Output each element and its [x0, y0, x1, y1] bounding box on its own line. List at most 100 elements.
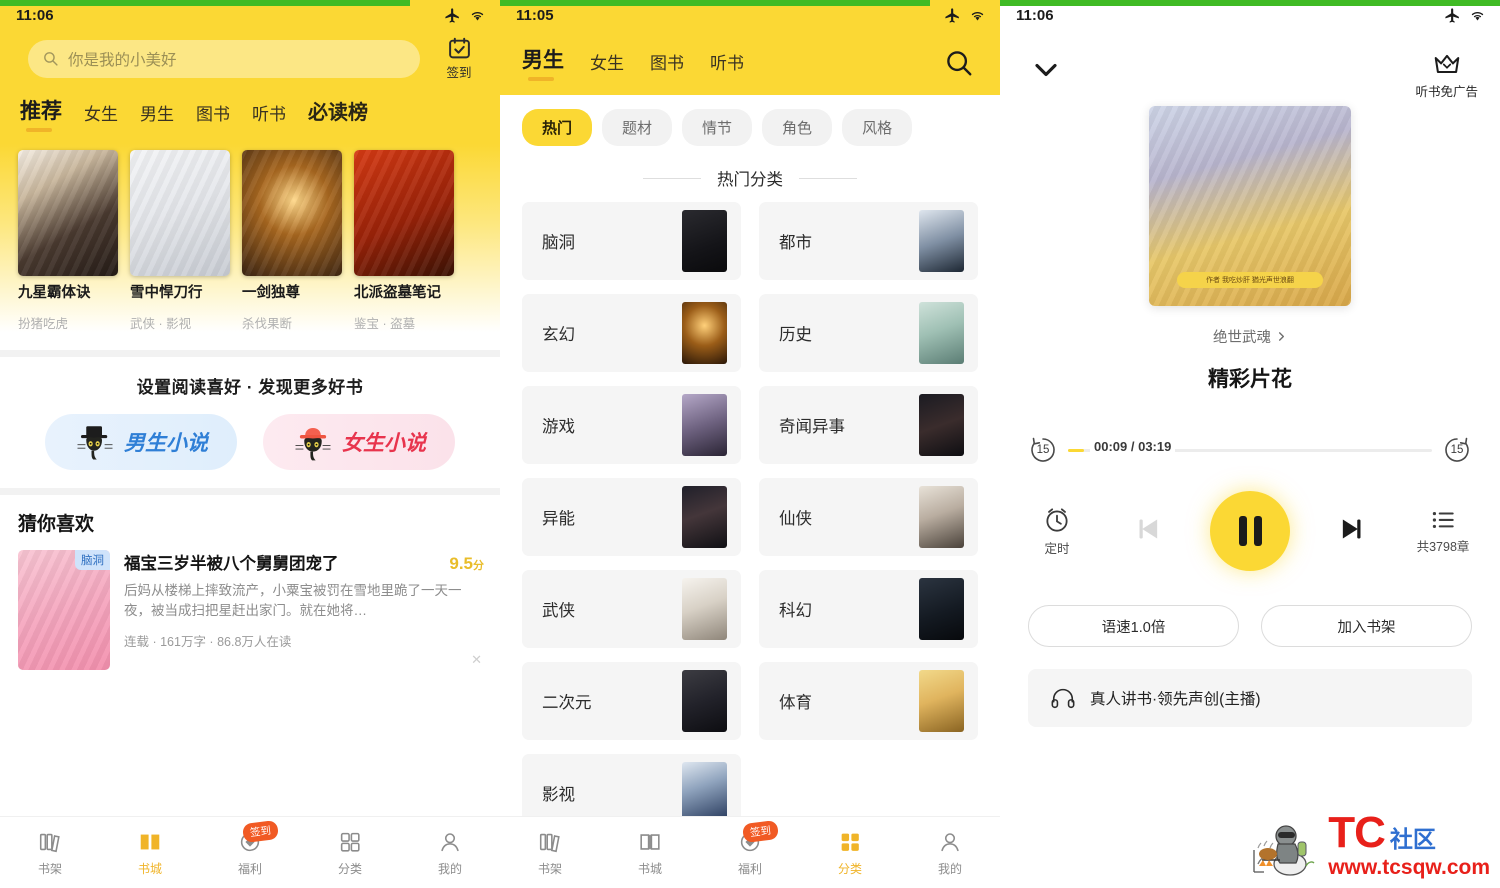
watermark-text: TC 社区 www.tcsqw.com: [1328, 808, 1490, 880]
book-card[interactable]: 北派盗墓笔记 鉴宝 · 盗墓: [354, 150, 454, 332]
gender-tabs: 男生 女生 图书 听书: [500, 30, 1000, 95]
next-track-button[interactable]: [1332, 510, 1370, 553]
tab-recommend[interactable]: 推荐: [20, 95, 62, 132]
book-open-icon: [640, 833, 660, 850]
tabbar-item-bookshelf[interactable]: 书架: [513, 829, 587, 877]
rewind-15-button[interactable]: 15: [1028, 435, 1058, 465]
category-tabs: 推荐 女生 男生 图书 听书 必读榜: [0, 85, 500, 140]
album-series-link[interactable]: 绝世武魂: [1213, 326, 1287, 347]
book-card[interactable]: 一剑独尊 杀伐果断: [242, 150, 342, 332]
tabbar-item-welfare[interactable]: 签到 福利: [213, 819, 287, 877]
tabbar-item-categories[interactable]: 分类: [313, 829, 387, 877]
tabbar-item-bookshelf[interactable]: 书架: [13, 829, 87, 877]
tab-audiobooks[interactable]: 听书: [710, 49, 744, 81]
collapse-button[interactable]: [1028, 52, 1064, 93]
category-cell[interactable]: 体育: [759, 662, 978, 740]
book-cover: [242, 150, 342, 276]
sleep-timer-button[interactable]: 定时: [1026, 505, 1088, 557]
category-name: 科幻: [779, 602, 812, 620]
category-cell[interactable]: 玄幻: [522, 294, 741, 372]
header-bookstore: 11:06 你是我的小美好 签到 推荐 女生 男生 图书 听书 必读榜: [0, 0, 500, 144]
tab-audiobooks[interactable]: 听书: [252, 100, 286, 132]
tab-books[interactable]: 图书: [196, 100, 230, 132]
category-thumbnail: [682, 302, 727, 364]
tab-female[interactable]: 女生: [590, 49, 624, 81]
category-thumbnail: [919, 486, 964, 548]
grid-icon: [340, 832, 360, 852]
category-cell[interactable]: 武侠: [522, 570, 741, 648]
female-novels-button[interactable]: 女生小说: [263, 413, 455, 470]
skip-previous-icon: [1139, 519, 1158, 538]
album-series-name: 绝世武魂: [1213, 330, 1271, 346]
tab-books[interactable]: 图书: [650, 49, 684, 81]
tabbar-item-categories[interactable]: 分类: [813, 829, 887, 877]
three-panel-screenshot: 11:06 你是我的小美好 签到 推荐 女生 男生 图书 听书 必读榜 九星霸体…: [0, 0, 1500, 888]
section-header: 热门分类: [500, 158, 1000, 202]
category-cell[interactable]: 历史: [759, 294, 978, 372]
category-cell[interactable]: 二次元: [522, 662, 741, 740]
book-card[interactable]: 雪中悍刀行 武侠 · 影视: [130, 150, 230, 332]
player-header: 听书免广告: [1000, 30, 1500, 100]
add-to-bookshelf-button[interactable]: 加入书架: [1261, 605, 1472, 647]
tabbar-item-profile[interactable]: 我的: [413, 829, 487, 877]
chip-theme[interactable]: 题材: [602, 109, 673, 146]
tab-female[interactable]: 女生: [84, 100, 118, 132]
signin-button[interactable]: 签到: [430, 36, 488, 81]
watermark: TC 社区 www.tcsqw.com: [1248, 808, 1490, 880]
recommendation-card[interactable]: 脑洞 福宝三岁半被八个舅舅团宠了 9.5分 后妈从楼梯上摔致流产，小粟宝被罚在雪…: [18, 549, 484, 670]
category-grid: 脑洞 都市 玄幻 历史 游戏 奇闻异事 异能 仙侠 武侠 科幻 二次元 体育 影…: [500, 202, 1000, 832]
narrator-banner[interactable]: 真人讲书·领先声创(主播): [1028, 669, 1472, 727]
cat-redhat-icon: [295, 427, 331, 460]
tab-male[interactable]: 男生: [140, 100, 174, 132]
tabbar-item-bookstore[interactable]: 书城: [113, 829, 187, 877]
panel-audio-player: 11:06 听书免广告 作者 我吃炒肝 猶光声世浪翻 绝世武魂 精彩片花 15 …: [1000, 0, 1500, 888]
ad-free-button[interactable]: 听书免广告: [1415, 52, 1478, 100]
chip-character[interactable]: 角色: [762, 109, 833, 146]
pause-icon: [1253, 516, 1262, 546]
book-card[interactable]: 九星霸体诀 扮猪吃虎: [18, 150, 118, 332]
book-cover: [130, 150, 230, 276]
male-novels-button[interactable]: 男生小说: [45, 413, 237, 470]
category-thumbnail: [919, 302, 964, 364]
playlist-icon: [1432, 511, 1454, 529]
chip-plot[interactable]: 情节: [682, 109, 753, 146]
person-icon: [941, 832, 959, 851]
chip-style[interactable]: 风格: [842, 109, 913, 146]
tabbar-item-welfare[interactable]: 签到 福利: [713, 819, 787, 877]
tabbar-label: 我的: [937, 861, 962, 876]
guess-heading: 猜你喜欢: [18, 513, 95, 535]
bookshelf-icon: [539, 833, 560, 852]
category-cell[interactable]: 异能: [522, 478, 741, 556]
play-pause-button[interactable]: [1210, 491, 1290, 571]
forward-15-button[interactable]: 15: [1442, 435, 1472, 465]
search-button[interactable]: [944, 48, 974, 83]
category-thumbnail: [919, 578, 964, 640]
bottom-tabbar: 书架 书城 签到 福利 分类 我的: [500, 816, 1000, 888]
search-input[interactable]: 你是我的小美好: [28, 39, 420, 78]
recommendation-head: 福宝三岁半被八个舅舅团宠了 9.5分: [124, 550, 484, 574]
chip-hot[interactable]: 热门: [522, 109, 593, 146]
crown-icon: [1434, 54, 1460, 73]
book-subtitle: 鉴宝 · 盗墓: [354, 316, 416, 331]
female-novels-label: 女生小说: [342, 431, 426, 455]
chapter-list-button[interactable]: 共3798章: [1412, 507, 1474, 555]
category-cell[interactable]: 奇闻异事: [759, 386, 978, 464]
chapter-count-label: 共3798章: [1416, 540, 1470, 554]
tab-mustread[interactable]: 必读榜: [308, 96, 368, 132]
category-cell[interactable]: 都市: [759, 202, 978, 280]
category-thumbnail: [682, 210, 727, 272]
playback-speed-button[interactable]: 语速1.0倍: [1028, 605, 1239, 647]
close-icon[interactable]: ✕: [471, 652, 482, 668]
airplane-mode-icon: [1445, 7, 1459, 23]
previous-track-button[interactable]: [1130, 510, 1168, 553]
tabbar-item-profile[interactable]: 我的: [913, 829, 987, 877]
progress-track[interactable]: 00:09 / 03:19: [1068, 438, 1432, 454]
tab-male[interactable]: 男生: [522, 44, 564, 81]
category-cell[interactable]: 游戏: [522, 386, 741, 464]
category-cell[interactable]: 仙侠: [759, 478, 978, 556]
category-cell[interactable]: 科幻: [759, 570, 978, 648]
watermark-brand: TC: [1328, 808, 1386, 857]
tabbar-item-bookstore[interactable]: 书城: [613, 829, 687, 877]
tabbar-label: 书城: [637, 861, 662, 876]
category-cell[interactable]: 脑洞: [522, 202, 741, 280]
